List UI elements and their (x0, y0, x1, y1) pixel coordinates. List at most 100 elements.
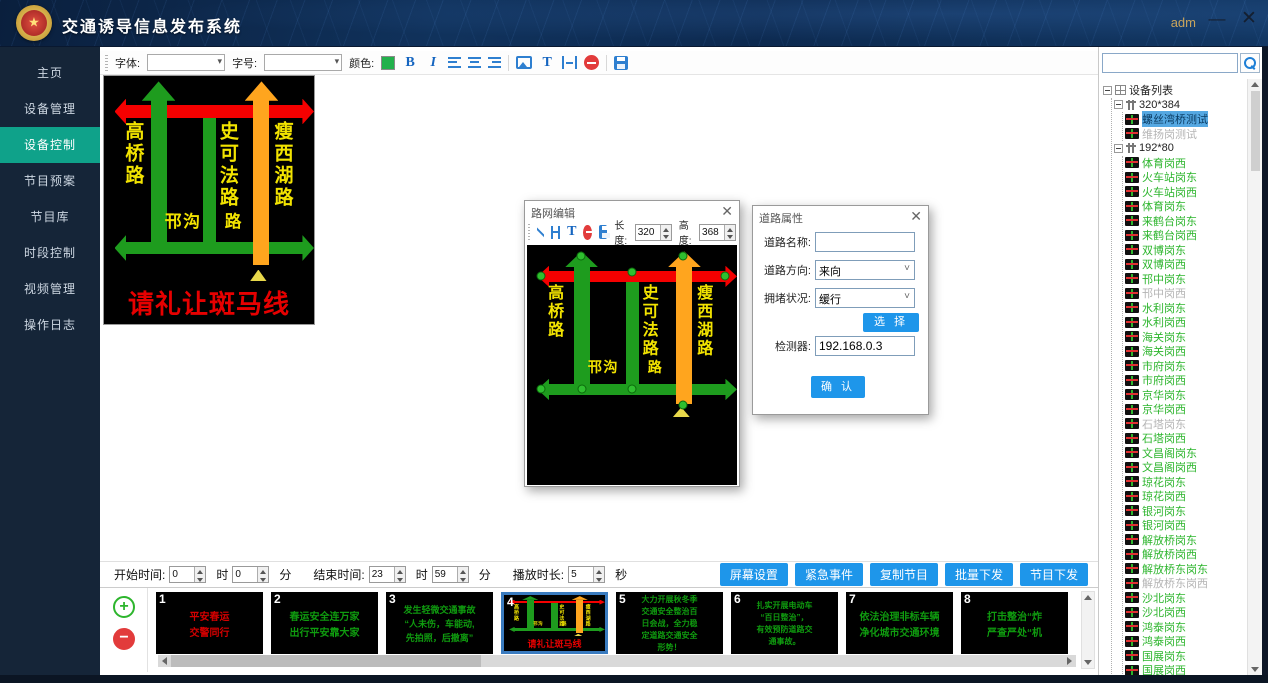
sidebar-item-2[interactable]: 设备控制 (0, 127, 100, 163)
tree-device-1-8[interactable]: 邗中岗东 (1125, 272, 1248, 287)
tree-device-1-10[interactable]: 水利岗东 (1125, 301, 1248, 316)
scroll-left-icon[interactable] (158, 655, 171, 667)
tree-device-1-26[interactable]: 解放桥岗东 (1125, 533, 1248, 548)
program-thumbnail-1[interactable]: 1平安春运交警同行 (156, 592, 263, 654)
tree-device-1-1[interactable]: 火车站岗东 (1125, 170, 1248, 185)
sidebar-item-5[interactable]: 时段控制 (0, 235, 100, 271)
tree-device-1-22[interactable]: 琼花岗东 (1125, 475, 1248, 490)
tree-device-1-5[interactable]: 来鹤台岗西 (1125, 228, 1248, 243)
height-spinner[interactable]: 368 (699, 224, 736, 241)
collapse-icon[interactable] (1103, 86, 1112, 95)
font-size-select[interactable] (264, 54, 342, 71)
close-icon[interactable]: ✕ (721, 203, 733, 220)
sidebar-item-1[interactable]: 设备管理 (0, 91, 100, 127)
tree-device-0-0[interactable]: 螺丝湾桥测试 (1125, 112, 1248, 127)
tree-device-1-7[interactable]: 双博岗西 (1125, 257, 1248, 272)
playback-button-2[interactable]: 复制节目 (870, 563, 938, 586)
tree-device-1-31[interactable]: 沙北岗西 (1125, 605, 1248, 620)
road-node-handle[interactable] (536, 385, 545, 394)
tree-root[interactable]: 设备列表 (1103, 83, 1248, 98)
sidebar-item-7[interactable]: 操作日志 (0, 307, 100, 343)
tree-device-1-33[interactable]: 鸿泰岗西 (1125, 634, 1248, 649)
select-button[interactable]: 选 择 (863, 313, 919, 332)
road-node-handle[interactable] (536, 272, 545, 281)
playback-button-4[interactable]: 节目下发 (1020, 563, 1088, 586)
road-node-handle[interactable] (577, 385, 586, 394)
search-button[interactable] (1240, 53, 1260, 73)
add-program-button[interactable]: + (113, 596, 135, 618)
road-name-input[interactable] (815, 232, 915, 252)
sidebar-item-6[interactable]: 视频管理 (0, 271, 100, 307)
delete-icon[interactable] (584, 55, 599, 70)
filmstrip-hscrollbar[interactable] (158, 655, 1076, 667)
program-thumbnail-8[interactable]: 8打击整治“炸严查严处“机 (961, 592, 1068, 654)
start-minute-spinner[interactable]: 0 (232, 566, 269, 583)
scroll-up-icon[interactable] (1251, 82, 1259, 87)
sidebar-item-0[interactable]: 主页 (0, 55, 100, 91)
road-node-handle[interactable] (721, 272, 730, 281)
font-select[interactable] (147, 54, 225, 71)
tree-device-1-25[interactable]: 银河岗西 (1125, 518, 1248, 533)
tree-device-1-20[interactable]: 文昌阁岗东 (1125, 446, 1248, 461)
scroll-down-icon[interactable] (1251, 667, 1259, 672)
road-direction-select[interactable]: 来向 (815, 260, 915, 280)
tree-device-1-16[interactable]: 京华岗东 (1125, 388, 1248, 403)
tree-device-1-29[interactable]: 解放桥东岗西 (1125, 576, 1248, 591)
tree-device-1-27[interactable]: 解放桥岗西 (1125, 547, 1248, 562)
tree-device-1-11[interactable]: 水利岗西 (1125, 315, 1248, 330)
road-node-handle[interactable] (628, 385, 637, 394)
italic-icon[interactable]: I (425, 55, 441, 71)
playback-button-0[interactable]: 屏幕设置 (720, 563, 788, 586)
program-thumbnail-7[interactable]: 7依法治理非标车辆净化城市交通环境 (846, 592, 953, 654)
tree-device-1-3[interactable]: 体育岗东 (1125, 199, 1248, 214)
spacing-icon[interactable] (562, 56, 577, 69)
road-node-handle[interactable] (679, 400, 688, 409)
save-icon[interactable] (599, 225, 607, 239)
tree-device-1-6[interactable]: 双博岗东 (1125, 243, 1248, 258)
tree-device-1-21[interactable]: 文昌阁岗西 (1125, 460, 1248, 475)
tree-scroll-thumb[interactable] (1251, 91, 1260, 171)
align-left-icon[interactable] (448, 57, 461, 68)
scroll-down-icon[interactable] (1084, 660, 1092, 665)
editor-canvas[interactable]: 高桥路史可法路瘦西湖路邗沟路 (527, 245, 737, 485)
tree-device-1-35[interactable]: 国展岗西 (1125, 663, 1248, 675)
detector-input[interactable]: 192.168.0.3 (815, 336, 915, 356)
program-thumbnail-3[interactable]: 3发生轻微交通事故“人未伤，车能动,先拍照，后撤离” (386, 592, 493, 654)
road-node-handle[interactable] (576, 251, 585, 260)
program-thumbnail-4[interactable]: 4高桥路史可法路瘦西湖路邗沟路请礼让斑马线 (501, 592, 608, 654)
length-spinner[interactable]: 320 (635, 224, 672, 241)
align-right-icon[interactable] (488, 57, 501, 68)
tree-device-1-9[interactable]: 邗中岗西 (1125, 286, 1248, 301)
text-tool-icon[interactable]: T (567, 224, 576, 240)
sidebar-item-4[interactable]: 节目库 (0, 199, 100, 235)
tree-device-0-1[interactable]: 维扬岗测试 (1125, 127, 1248, 142)
text-tool-icon[interactable]: T (539, 55, 555, 71)
end-minute-spinner[interactable]: 59 (432, 566, 469, 583)
filmstrip-vscrollbar[interactable] (1081, 591, 1095, 669)
program-thumbnail-2[interactable]: 2春运安全连万家出行平安靠大家 (271, 592, 378, 654)
scroll-right-icon[interactable] (1063, 655, 1076, 667)
close-icon[interactable]: ✕ (1238, 8, 1260, 30)
tree-device-1-24[interactable]: 银河岗东 (1125, 504, 1248, 519)
remove-program-button[interactable]: − (113, 628, 135, 650)
program-thumbnail-5[interactable]: 5大力开展秋冬季交通安全整治百日会战，全力稳定道路交通安全形势！ (616, 592, 723, 654)
close-icon[interactable]: ✕ (910, 208, 922, 225)
tree-scrollbar[interactable] (1247, 79, 1262, 675)
search-input[interactable] (1102, 53, 1238, 73)
tree-device-1-32[interactable]: 鸿泰岗东 (1125, 620, 1248, 635)
bold-icon[interactable]: B (402, 55, 418, 71)
draw-line-icon[interactable] (537, 226, 545, 239)
tree-device-1-4[interactable]: 来鹤台岗东 (1125, 214, 1248, 229)
tree-group-0[interactable]: 320*384 (1114, 98, 1248, 113)
confirm-button[interactable]: 确 认 (811, 376, 865, 398)
tree-device-1-34[interactable]: 国展岗东 (1125, 649, 1248, 664)
tree-device-1-12[interactable]: 海关岗东 (1125, 330, 1248, 345)
end-hour-spinner[interactable]: 23 (369, 566, 406, 583)
tree-device-1-18[interactable]: 石塔岗东 (1125, 417, 1248, 432)
hscroll-thumb[interactable] (171, 655, 481, 667)
save-icon[interactable] (614, 56, 628, 70)
tree-device-1-30[interactable]: 沙北岗东 (1125, 591, 1248, 606)
tree-device-1-28[interactable]: 解放桥东岗东 (1125, 562, 1248, 577)
insert-image-icon[interactable] (516, 56, 532, 69)
tree-device-1-13[interactable]: 海关岗西 (1125, 344, 1248, 359)
